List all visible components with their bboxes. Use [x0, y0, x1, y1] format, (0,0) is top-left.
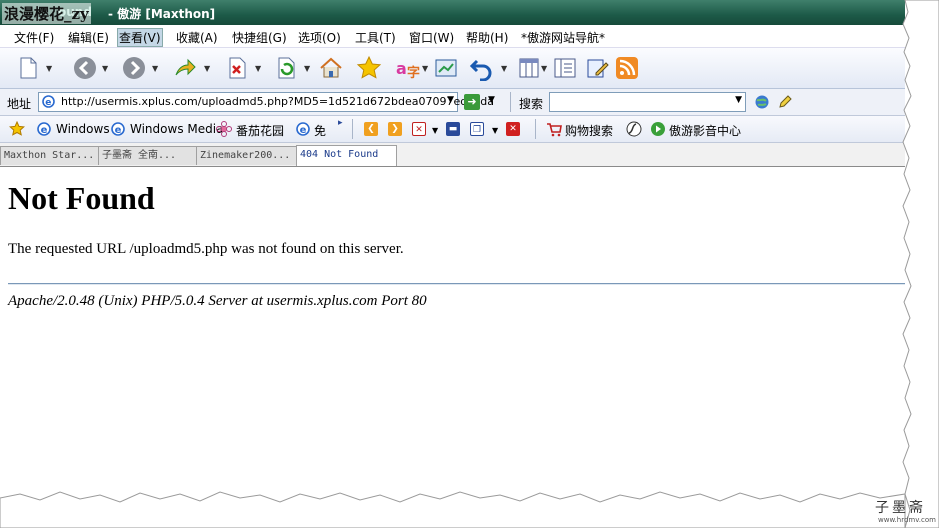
torn-paper-edge	[0, 0, 939, 528]
corner-logo: 子墨斋	[875, 500, 926, 516]
corner-logo-url: www.hrdmv.com	[878, 516, 936, 524]
